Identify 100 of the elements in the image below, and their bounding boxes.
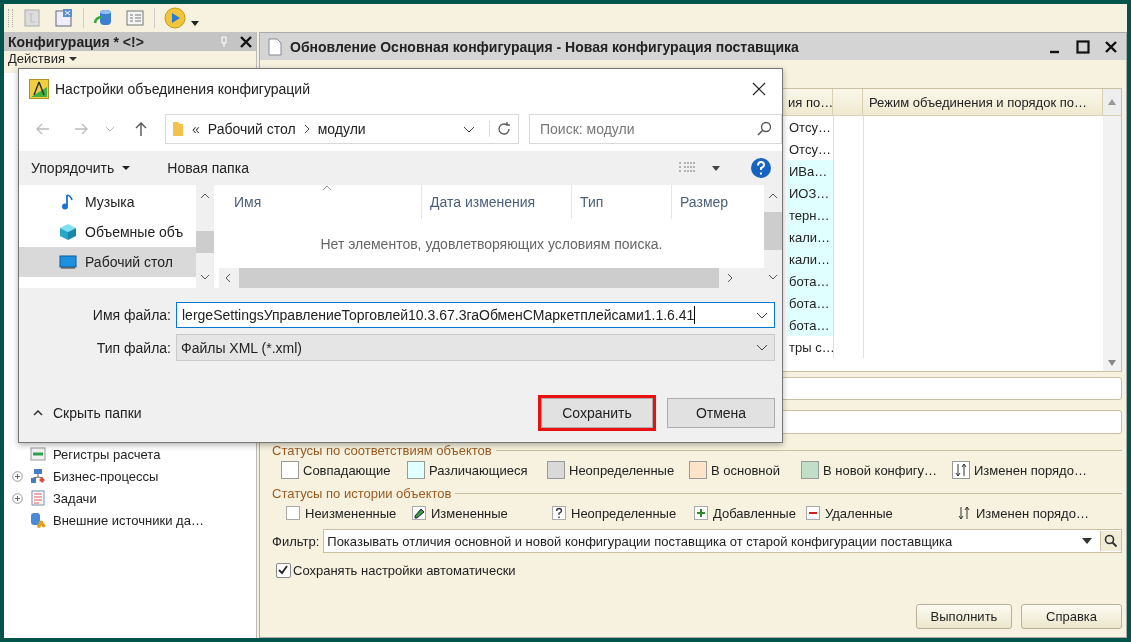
help-icon[interactable] bbox=[750, 157, 772, 179]
close-icon[interactable] bbox=[240, 35, 252, 48]
maximize-icon[interactable] bbox=[1076, 39, 1090, 54]
table-cell: ИВа… bbox=[787, 160, 833, 182]
window-icon[interactable] bbox=[54, 8, 74, 28]
tree-item[interactable]: Регистры расчета bbox=[53, 446, 161, 462]
tree-item[interactable]: Внешние источники да… bbox=[53, 512, 204, 528]
search-icon[interactable] bbox=[1100, 531, 1121, 551]
legend-label: Удаленные bbox=[825, 505, 893, 521]
chevron-icon[interactable] bbox=[463, 125, 475, 133]
group-title: Статусы по соответствиям объектов bbox=[272, 443, 492, 458]
breadcrumb[interactable]: модули bbox=[317, 121, 366, 137]
column-header[interactable]: ия по… bbox=[787, 89, 833, 115]
tree-item[interactable]: Задачи bbox=[53, 490, 97, 506]
window-title: Обновление Основная конфигурация - Новая конфигурация поставщика bbox=[290, 38, 800, 55]
caret-icon[interactable] bbox=[712, 165, 720, 171]
action-button[interactable]: Справка bbox=[1021, 604, 1122, 629]
scroll-left-icon[interactable] bbox=[223, 273, 233, 283]
column-header[interactable]: Имя bbox=[219, 185, 422, 219]
breadcrumb[interactable]: Рабочий стол bbox=[207, 121, 296, 137]
legend-label: Добавленные bbox=[713, 505, 796, 521]
filter-field[interactable]: Показывать отличия основной и новой конфигурации поставщика от старой конфигурации поставщика bbox=[323, 529, 1122, 553]
scroll-right-icon[interactable] bbox=[725, 273, 735, 283]
field-label: Имя файла: bbox=[91, 307, 172, 323]
empty-message: Нет элементов, удовлетворяющих условиям поиска. bbox=[319, 234, 664, 254]
dialog-button[interactable]: Отмена bbox=[667, 398, 775, 428]
folder-icon bbox=[172, 121, 184, 137]
actions-menu[interactable]: Действия bbox=[8, 51, 77, 66]
close-icon[interactable] bbox=[1104, 39, 1118, 54]
cube-icon bbox=[59, 223, 77, 241]
register-icon bbox=[30, 446, 46, 462]
legend-label: Изменен порядо… bbox=[976, 505, 1089, 521]
legend-label: Различающиеся bbox=[429, 462, 528, 478]
caret-icon[interactable] bbox=[191, 20, 199, 26]
column-header[interactable]: Дата изменения bbox=[422, 185, 572, 219]
plus-icon bbox=[693, 505, 709, 521]
address-bar[interactable]: « Рабочий стол модули bbox=[165, 114, 519, 144]
table-cell: бота… bbox=[787, 292, 833, 314]
scroll-up-icon[interactable] bbox=[768, 191, 778, 201]
legend-label: Изменен порядо… bbox=[974, 462, 1087, 478]
search-icon[interactable] bbox=[756, 121, 772, 137]
compass-icon bbox=[29, 79, 49, 99]
scroll-down-icon[interactable] bbox=[1107, 359, 1117, 367]
sort-caret-icon bbox=[322, 185, 332, 191]
path-prefix[interactable]: « bbox=[192, 121, 200, 137]
legend-label: В новой конфигу… bbox=[823, 462, 937, 478]
legend-label: В основной bbox=[711, 462, 780, 478]
expand-icon[interactable] bbox=[12, 470, 23, 482]
table-cell: ИОЗ… bbox=[787, 182, 833, 204]
refresh-icon[interactable] bbox=[489, 121, 512, 137]
task-icon bbox=[30, 490, 46, 506]
legend-label: Совпадающие bbox=[303, 462, 391, 478]
column-header[interactable]: Тип bbox=[572, 185, 672, 219]
tree-item[interactable]: Бизнес-процессы bbox=[53, 468, 159, 484]
scrollbar-thumb[interactable] bbox=[764, 211, 782, 250]
organize-menu[interactable]: Упорядочить bbox=[31, 160, 131, 176]
document-icon bbox=[268, 37, 282, 56]
checkbox[interactable] bbox=[276, 563, 291, 578]
folder-item[interactable]: Объемные объ bbox=[19, 217, 196, 247]
chevron-icon[interactable] bbox=[756, 311, 768, 319]
minus-icon bbox=[805, 505, 821, 521]
checkbox-label: Сохранять настройки автоматически bbox=[293, 563, 516, 578]
file-name-field[interactable]: lergeSettingsУправлениеТорговлей10.3.67.3гаОбменСМаркетплейсами1.1.6.41 bbox=[176, 302, 775, 328]
up-icon[interactable] bbox=[133, 121, 149, 137]
scrollbar-thumb[interactable] bbox=[196, 230, 214, 253]
chevron-icon[interactable] bbox=[756, 344, 768, 351]
hide-folders-toggle[interactable]: Скрыть папки bbox=[33, 405, 142, 421]
search-field[interactable]: Поиск: модули bbox=[529, 114, 782, 144]
sort-icon bbox=[952, 461, 970, 479]
column-header[interactable]: Размер bbox=[672, 185, 764, 219]
database-icon[interactable] bbox=[93, 8, 113, 28]
table-cell: кали… bbox=[787, 226, 833, 248]
scroll-up-icon[interactable] bbox=[200, 191, 210, 201]
table-cell: бота… bbox=[787, 314, 833, 336]
dialog-title: Настройки объединения конфигураций bbox=[55, 81, 311, 97]
legend-label: Измененные bbox=[431, 505, 508, 521]
play-icon[interactable] bbox=[164, 7, 186, 29]
close-icon[interactable] bbox=[752, 82, 766, 96]
monitor-icon bbox=[59, 253, 77, 271]
table-cell: бота… bbox=[787, 270, 833, 292]
field-label: Тип файла: bbox=[95, 339, 172, 356]
dropdown-icon[interactable] bbox=[1082, 538, 1092, 544]
file-type-select[interactable]: Файлы XML (*.xml) bbox=[176, 334, 775, 361]
dialog-button[interactable]: Сохранить bbox=[541, 398, 653, 428]
pencil-icon bbox=[411, 505, 427, 521]
action-button[interactable]: Выполнить bbox=[916, 604, 1012, 629]
process-icon bbox=[30, 468, 46, 484]
chevron-icon bbox=[33, 410, 43, 416]
scroll-down-icon[interactable] bbox=[200, 272, 210, 282]
scroll-down-icon[interactable] bbox=[768, 272, 778, 282]
folder-item[interactable]: Музыка bbox=[19, 187, 196, 217]
filter-label: Фильтр: bbox=[272, 533, 320, 549]
table-cell: терн… bbox=[787, 204, 833, 226]
group-title: Статусы по истории объектов bbox=[272, 486, 452, 501]
expand-icon[interactable] bbox=[12, 492, 23, 504]
folder-item[interactable]: Рабочий стол bbox=[19, 247, 196, 277]
scrollbar-thumb[interactable] bbox=[239, 268, 719, 288]
new-folder-button[interactable]: Новая папка bbox=[167, 160, 249, 176]
chevron-icon bbox=[303, 124, 310, 134]
table-cell: кали… bbox=[787, 248, 833, 270]
